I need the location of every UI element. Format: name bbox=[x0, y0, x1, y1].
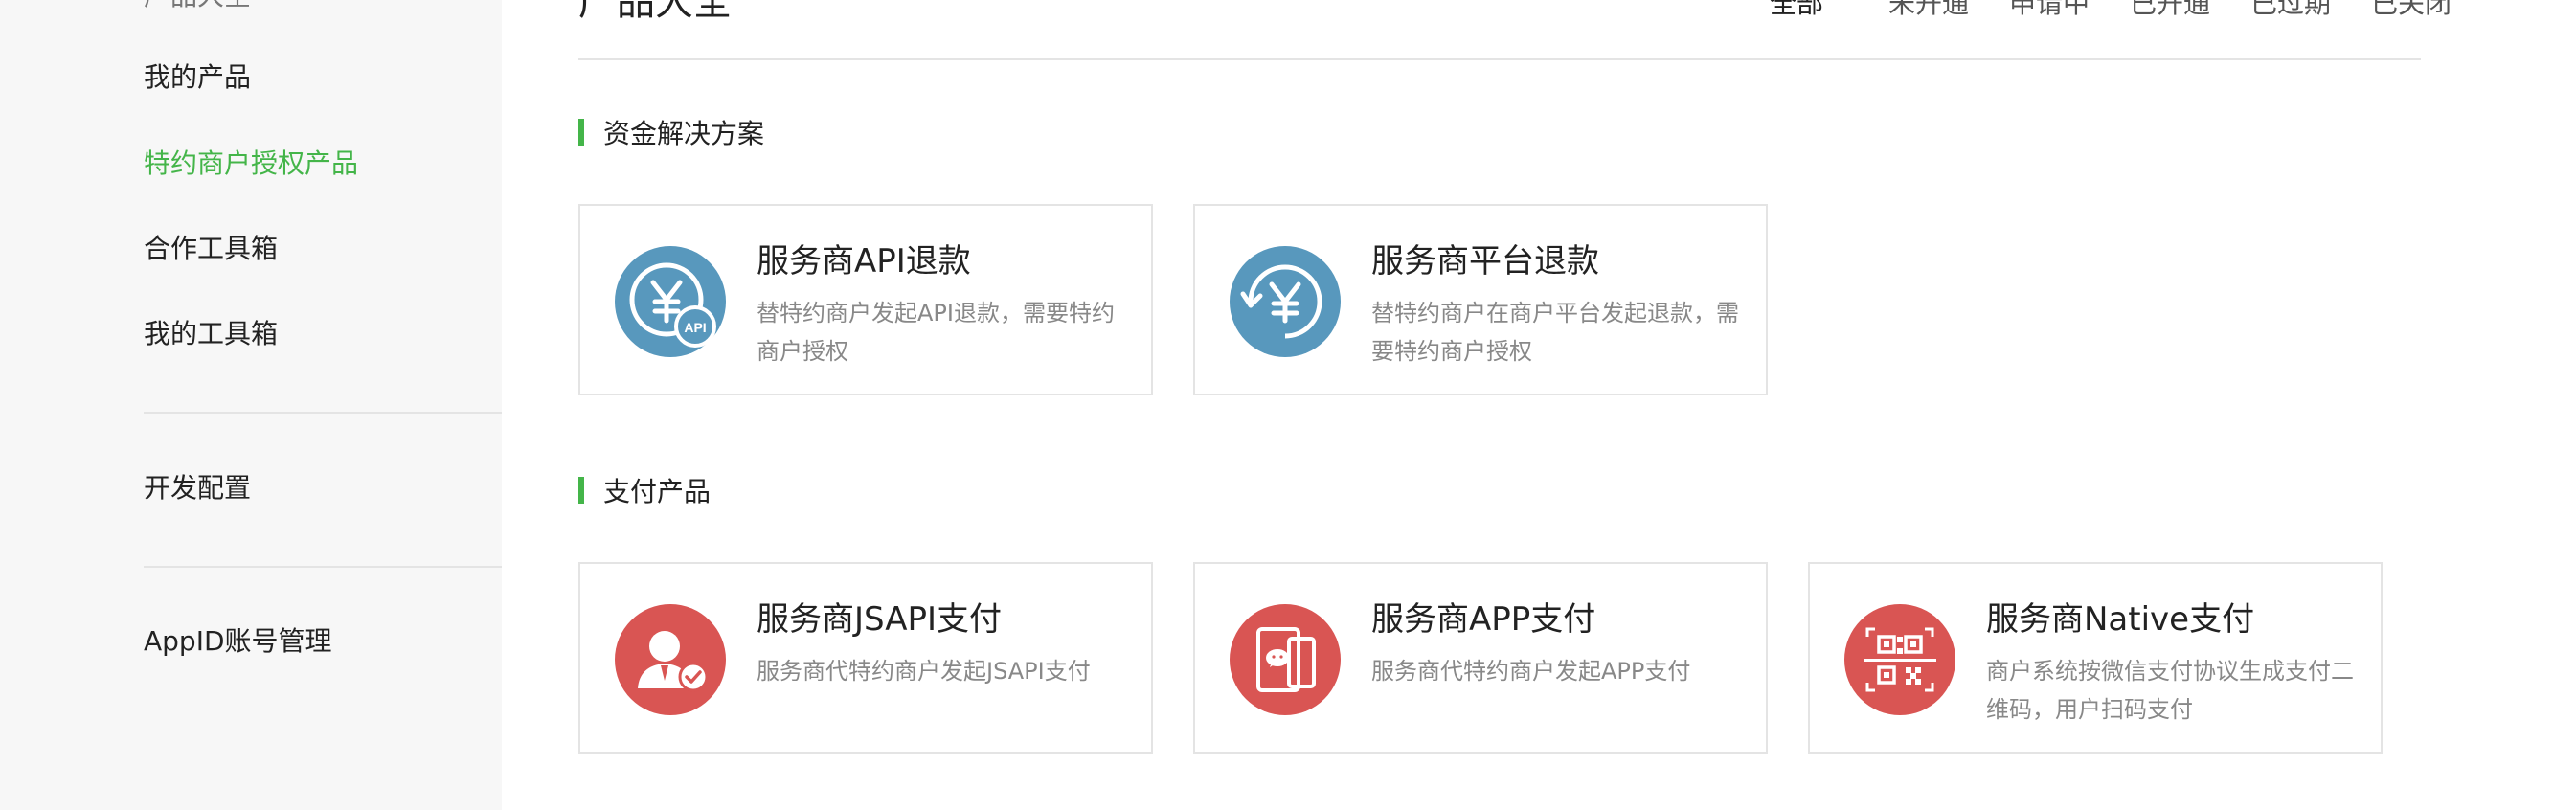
section-heading: 资金解决方案 bbox=[578, 118, 764, 149]
sidebar-item-my-products[interactable]: 我的产品 bbox=[144, 58, 251, 97]
card-title: 服务商APP支付 bbox=[1371, 600, 1596, 639]
card-description: 服务商代特约商户发起APP支付 bbox=[1371, 658, 1691, 685]
page-title: 产品大全 bbox=[578, 0, 732, 24]
card-description: 商户系统按微信支付协议生成支付二维码，用户扫码支付 bbox=[1986, 658, 2354, 723]
section-heading: 支付产品 bbox=[578, 476, 711, 507]
sidebar-item-my-toolbox[interactable]: 我的工具箱 bbox=[144, 315, 278, 353]
filter-not-opened[interactable]: 未开通 bbox=[1888, 0, 1969, 23]
sidebar-divider bbox=[144, 566, 502, 568]
filter-applying[interactable]: 申请中 bbox=[2009, 0, 2090, 23]
qrcode-pay-icon bbox=[1844, 604, 1955, 715]
app-pay-icon bbox=[1230, 604, 1341, 715]
card-description: 替特约商户发起API退款，需要特约商户授权 bbox=[757, 300, 1115, 365]
section-title: 支付产品 bbox=[603, 476, 712, 507]
card-title: 服务商JSAPI支付 bbox=[757, 600, 1003, 639]
jsapi-pay-icon bbox=[615, 604, 726, 715]
product-card-platform-refund[interactable]: 服务商平台退款 替特约商户在商户平台发起退款，需要特约商户授权 bbox=[1193, 204, 1768, 395]
section-accent-bar bbox=[578, 119, 584, 146]
section-title: 资金解决方案 bbox=[603, 118, 765, 149]
product-card-app-pay[interactable]: 服务商APP支付 服务商代特约商户发起APP支付 bbox=[1193, 562, 1768, 754]
filter-closed[interactable]: 已关闭 bbox=[2371, 0, 2452, 23]
filter-opened[interactable]: 已开通 bbox=[2130, 0, 2210, 23]
card-description: 服务商代特约商户发起JSAPI支付 bbox=[757, 658, 1091, 685]
sidebar-item-product-catalog[interactable]: 产品大全 bbox=[144, 0, 251, 15]
section-accent-bar bbox=[578, 477, 584, 504]
sidebar-item-dev-config[interactable]: 开发配置 bbox=[144, 469, 251, 507]
filter-expired[interactable]: 已过期 bbox=[2250, 0, 2331, 23]
card-title: 服务商Native支付 bbox=[1986, 600, 2255, 639]
sidebar-item-partner-toolbox[interactable]: 合作工具箱 bbox=[144, 230, 278, 268]
card-description: 替特约商户在商户平台发起退款，需要特约商户授权 bbox=[1371, 300, 1739, 365]
product-card-api-refund[interactable]: API 服务商API退款 替特约商户发起API退款，需要特约商户授权 bbox=[578, 204, 1153, 395]
sidebar-item-appid-manage[interactable]: AppID账号管理 bbox=[144, 622, 332, 661]
sidebar-item-authorized-products[interactable]: 特约商户授权产品 bbox=[144, 145, 358, 183]
product-card-jsapi-pay[interactable]: 服务商JSAPI支付 服务商代特约商户发起JSAPI支付 bbox=[578, 562, 1153, 754]
card-title: 服务商API退款 bbox=[757, 242, 971, 281]
header-divider bbox=[578, 58, 2421, 60]
card-title: 服务商平台退款 bbox=[1371, 242, 1599, 281]
sidebar-divider bbox=[144, 412, 502, 414]
refund-api-icon: API bbox=[615, 246, 726, 357]
product-card-native-pay[interactable]: 服务商Native支付 商户系统按微信支付协议生成支付二维码，用户扫码支付 bbox=[1808, 562, 2383, 754]
filter-all[interactable]: 全部 bbox=[1770, 0, 1823, 23]
svg-text:API: API bbox=[684, 320, 706, 335]
sidebar: 产品大全 我的产品 特约商户授权产品 合作工具箱 我的工具箱 开发配置 AppI… bbox=[0, 0, 502, 810]
refund-platform-icon bbox=[1230, 246, 1341, 357]
